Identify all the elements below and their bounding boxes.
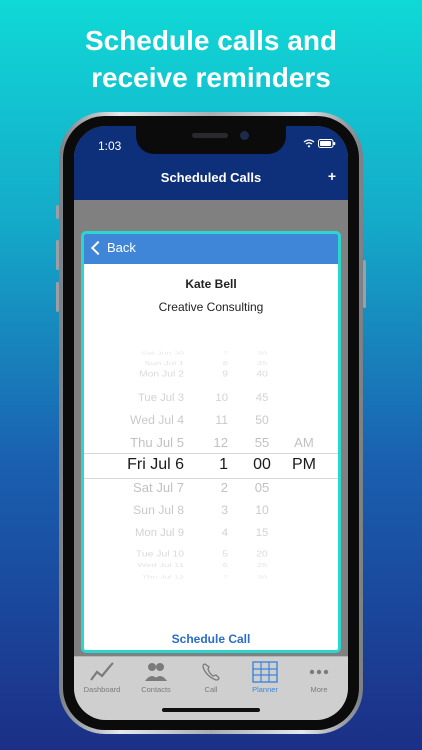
calendar-grid-icon	[238, 661, 292, 683]
picker-row[interactable]: Sat Jul 7 2 05	[84, 476, 338, 500]
add-call-button[interactable]: +	[328, 168, 336, 184]
picker-row[interactable]: Mon Jul 9 4 15	[84, 521, 338, 545]
tab-planner[interactable]: Planner	[238, 661, 292, 694]
more-dots-icon	[292, 661, 346, 683]
picker-hour: 9	[222, 370, 228, 379]
status-time: 1:03	[98, 139, 122, 153]
date-time-picker[interactable]: Sat Jun 30 7 30 Sun Jul 1 8 35 Mon Jul 2 9 40 Tue…	[84, 350, 338, 580]
picker-minute: 45	[255, 391, 269, 404]
volume-down-button	[56, 282, 59, 312]
picker-date: Mon Jul 9	[135, 526, 184, 539]
picker-hour: 12	[213, 434, 228, 450]
tab-more[interactable]: More	[292, 661, 346, 694]
tab-label: Dashboard	[83, 685, 121, 694]
picker-row[interactable]: Thu Jul 12 7 30	[84, 570, 338, 583]
picker-date: Sat Jul 7	[133, 479, 184, 495]
picker-date: Wed Jul 4	[130, 413, 184, 427]
tab-call[interactable]: Call	[184, 661, 238, 694]
picker-minute: 00	[253, 456, 271, 473]
volume-up-button	[56, 240, 59, 270]
chart-line-icon	[75, 661, 129, 683]
picker-date: Sun Jul 8	[133, 503, 184, 517]
picker-hour: 3	[221, 503, 228, 517]
back-label: Back	[107, 240, 136, 255]
picker-ampm: PM	[292, 456, 316, 473]
notch	[136, 126, 286, 154]
picker-row[interactable]: Tue Jul 3 10 45	[84, 386, 338, 410]
tab-label: Planner	[252, 685, 278, 694]
picker-row[interactable]: Mon Jul 2 9 40	[84, 365, 338, 384]
picker-minute: 05	[254, 479, 270, 495]
picker-date: Tue Jul 3	[137, 391, 184, 404]
mute-switch	[56, 205, 59, 219]
picker-minute: 55	[254, 434, 270, 450]
picker-hour: 10	[215, 391, 228, 404]
headline: Schedule calls and receive reminders	[0, 22, 422, 96]
picker-row[interactable]: Wed Jul 4 11 50	[84, 408, 338, 432]
battery-icon	[318, 139, 336, 148]
tab-label: Call	[204, 685, 218, 694]
speaker-grille	[192, 133, 228, 138]
home-indicator	[162, 708, 260, 712]
status-icons	[303, 139, 336, 151]
schedule-call-button[interactable]: Schedule Call	[84, 632, 338, 646]
picker-date: Thu Jul 12	[141, 574, 184, 580]
picker-date: Fri Jul 6	[127, 456, 184, 473]
tab-label: More	[310, 685, 328, 694]
picker-row[interactable]: Thu Jul 5 12 55 AM	[84, 431, 338, 455]
schedule-modal: Back Kate Bell Creative Consulting Sat J…	[81, 231, 341, 653]
tab-label: Contacts	[141, 685, 171, 694]
picker-minute: 10	[255, 503, 269, 517]
headline-line-2: receive reminders	[91, 62, 331, 93]
picker-minute: 40	[256, 370, 268, 379]
people-icon	[129, 661, 183, 683]
contact-name: Kate Bell	[185, 277, 237, 291]
picker-ampm: AM	[294, 434, 314, 450]
phone-screen: 1:03 Scheduled Calls + Back Kate Bell Cr…	[74, 126, 348, 720]
picker-date: Thu Jul 5	[130, 434, 184, 450]
nav-bar: 1:03 Scheduled Calls +	[74, 126, 348, 200]
modal-header: Back	[84, 234, 338, 264]
picker-row[interactable]: Fri Jul 6 1 00 PM	[84, 453, 338, 477]
picker-hour: 7	[222, 574, 228, 580]
back-button[interactable]: Back	[90, 240, 136, 255]
picker-row[interactable]: Sun Jul 8 3 10	[84, 498, 338, 522]
tab-dashboard[interactable]: Dashboard	[75, 661, 129, 694]
picker-hour: 11	[215, 413, 228, 427]
picker-minute: 30	[256, 574, 267, 580]
picker-minute: 15	[255, 526, 269, 539]
picker-hour: 2	[220, 479, 228, 495]
picker-hour: 4	[221, 526, 228, 539]
chevron-left-icon	[90, 240, 106, 255]
nav-title: Scheduled Calls	[160, 170, 262, 185]
wifi-icon	[303, 139, 315, 148]
picker-hour: 1	[219, 456, 228, 473]
picker-minute: 50	[255, 413, 269, 427]
contact-company: Creative Consulting	[158, 300, 264, 314]
picker-date: Mon Jul 2	[138, 370, 184, 379]
tab-contacts[interactable]: Contacts	[129, 661, 183, 694]
headline-line-1: Schedule calls and	[84, 25, 338, 56]
front-camera	[240, 131, 249, 140]
power-button	[363, 260, 366, 308]
phone-icon	[184, 661, 238, 683]
